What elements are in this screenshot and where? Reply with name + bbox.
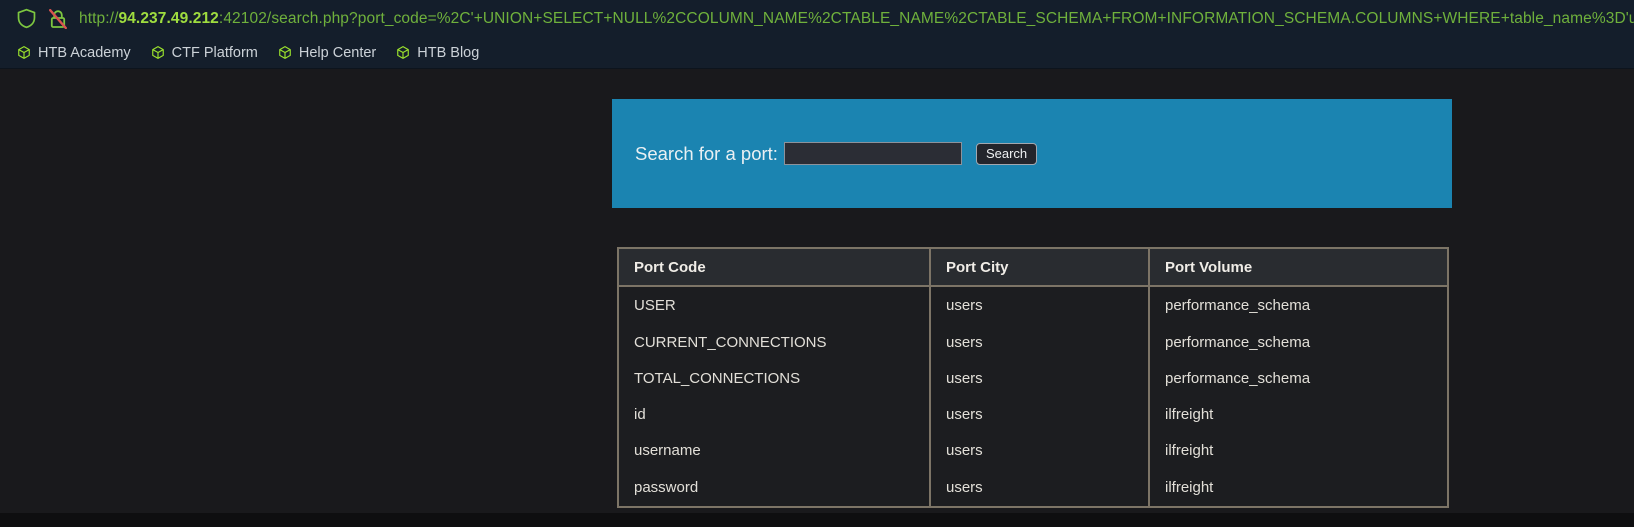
address-url[interactable]: http://94.237.49.212:42102/search.php?po…	[79, 10, 1634, 28]
table-cell: ilfreight	[1148, 468, 1448, 507]
table-cell: USER	[634, 297, 676, 315]
bookmark-ctf-platform[interactable]: CTF Platform	[141, 43, 268, 63]
port-search-input[interactable]	[783, 142, 962, 165]
table-cell: username	[634, 442, 701, 460]
url-bar[interactable]: http://94.237.49.212:42102/search.php?po…	[0, 0, 1634, 37]
bookmark-htb-academy[interactable]: HTB Academy	[7, 43, 141, 63]
table-cell: id	[634, 406, 646, 424]
bookmark-label: Help Center	[298, 44, 377, 61]
table-cell: ilfreight	[1148, 396, 1448, 433]
column-header-port-volume: Port Volume	[1148, 248, 1448, 287]
table-cell: performance_schema	[1148, 286, 1448, 325]
table-cell: users	[929, 396, 1149, 433]
table-row: username users ilfreight	[618, 432, 1448, 469]
table-cell: users	[929, 468, 1149, 507]
shield-icon[interactable]	[17, 8, 36, 29]
url-scheme: http://	[79, 9, 119, 27]
table-cell: users	[929, 286, 1149, 325]
table-cell: performance_schema	[1148, 360, 1448, 397]
bookmark-help-center[interactable]: Help Center	[268, 43, 386, 63]
htb-cube-icon	[396, 45, 410, 60]
insecure-lock-icon[interactable]	[49, 8, 67, 29]
table-header-row: Port Code Port City Port Volume	[618, 248, 1448, 287]
search-button[interactable]: Search	[975, 142, 1038, 165]
htb-cube-icon	[151, 45, 165, 60]
browser-chrome: http://94.237.49.212:42102/search.php?po…	[0, 0, 1634, 69]
table-cell: TOTAL_CONNECTIONS	[634, 369, 801, 387]
table-cell: performance_schema	[1148, 324, 1448, 361]
table-cell: CURRENT_CONNECTIONS	[634, 333, 827, 351]
column-header-port-city: Port City	[929, 248, 1149, 287]
browser-window: http://94.237.49.212:42102/search.php?po…	[0, 0, 1634, 527]
search-panel: Search for a port: Search	[612, 99, 1452, 208]
bookmark-htb-blog[interactable]: HTB Blog	[386, 43, 489, 63]
bookmarks-bar: HTB Academy CTF Platform Help Center HTB…	[0, 37, 1634, 68]
table-cell: users	[929, 360, 1149, 397]
url-query: :42102/search.php?port_code=%2C'+UNION+S…	[218, 9, 1634, 27]
table-row: CURRENT_CONNECTIONS users performance_sc…	[618, 324, 1448, 361]
bookmark-label: HTB Academy	[38, 44, 131, 61]
htb-cube-icon	[17, 45, 31, 60]
table-row: TOTAL_CONNECTIONS users performance_sche…	[618, 360, 1448, 397]
url-domain: 94.237.49.212	[118, 9, 219, 27]
page-content: Search for a port: Search Port Code Port…	[0, 70, 1634, 527]
column-header-port-code: Port Code	[618, 248, 930, 287]
table-cell: users	[929, 324, 1149, 361]
table-cell: ilfreight	[1148, 432, 1448, 469]
htb-cube-icon	[278, 45, 292, 60]
search-label: Search for a port:	[635, 142, 778, 164]
window-bottom-edge	[0, 513, 1634, 527]
table-row: id users ilfreight	[618, 396, 1448, 433]
bookmark-label: CTF Platform	[171, 44, 258, 61]
table-cell: users	[929, 432, 1149, 469]
table-row: password users ilfreight	[618, 468, 1448, 507]
table-cell: password	[634, 478, 699, 496]
table-row: USER users performance_schema	[618, 286, 1448, 325]
bookmark-label: HTB Blog	[417, 44, 480, 61]
results-table: Port Code Port City Port Volume USER use…	[617, 247, 1449, 508]
